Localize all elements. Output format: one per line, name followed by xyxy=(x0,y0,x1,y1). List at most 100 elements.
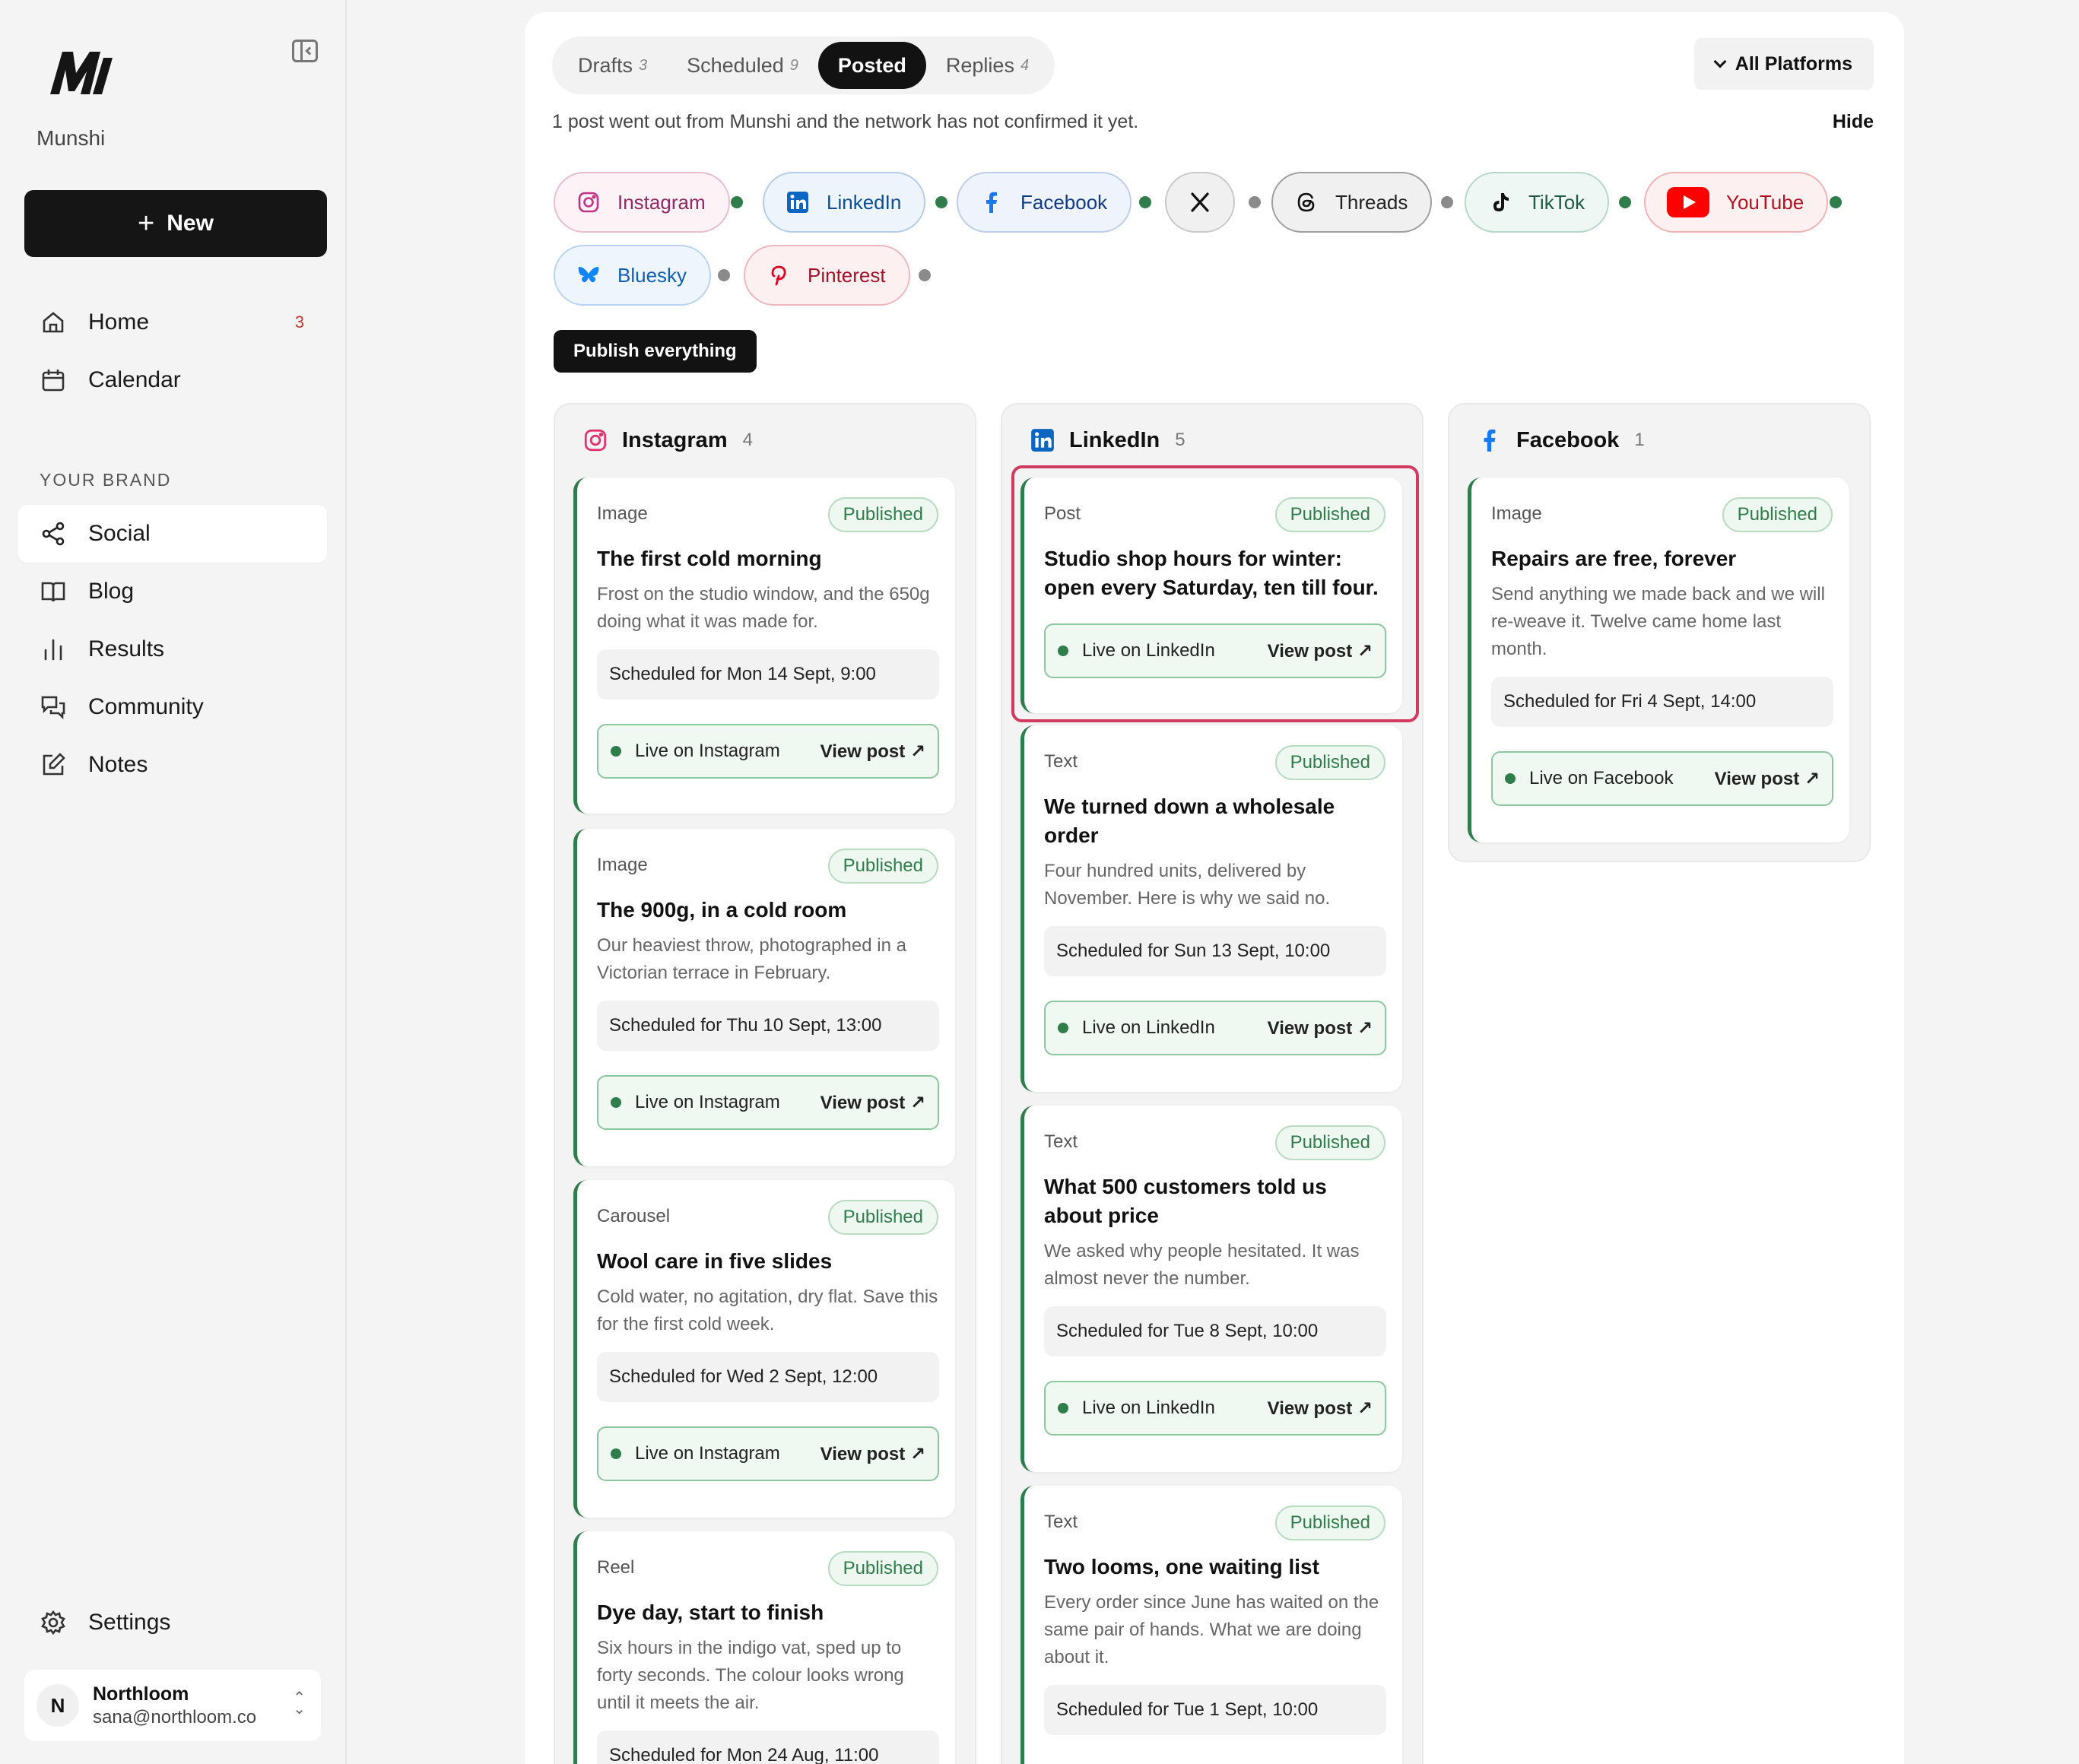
view-post-link[interactable]: View post ↗ xyxy=(1268,640,1373,662)
nav-settings[interactable]: Settings xyxy=(18,1594,327,1651)
tab-posted-label: Posted xyxy=(837,53,906,77)
tab-replies-label: Replies xyxy=(945,53,1014,77)
status-badge: Published xyxy=(1722,497,1833,532)
live-dot xyxy=(1058,1403,1068,1413)
chip-pinterest[interactable]: Pinterest xyxy=(744,245,910,306)
publish-everything-button[interactable]: Publish everything xyxy=(554,330,757,373)
post-card[interactable]: Image Published Repairs are free, foreve… xyxy=(1468,477,1849,842)
chip-linkedin[interactable]: LinkedIn xyxy=(763,172,926,233)
chip-youtube[interactable]: YouTube xyxy=(1644,172,1829,233)
new-button[interactable]: + New xyxy=(24,190,327,257)
status-badge: Published xyxy=(1274,1505,1385,1540)
live-label: Live on LinkedIn xyxy=(1082,640,1215,661)
nav-community[interactable]: Community xyxy=(18,678,327,736)
facebook-icon xyxy=(1477,427,1503,453)
post-card[interactable]: Post Published Studio shop hours for win… xyxy=(1020,477,1402,713)
nav-notes[interactable]: Notes xyxy=(18,736,327,794)
linkedin-icon xyxy=(786,190,810,214)
nav-notes-label: Notes xyxy=(88,752,148,777)
nav-results[interactable]: Results xyxy=(18,620,327,678)
post-card[interactable]: Image Published The first cold morning F… xyxy=(573,477,955,814)
nav-calendar-label: Calendar xyxy=(88,367,181,392)
post-excerpt: Cold water, no agitation, dry flat. Save… xyxy=(597,1287,938,1334)
nav-home[interactable]: Home 3 xyxy=(18,293,327,351)
post-type: Text xyxy=(1044,1131,1078,1152)
instagram-icon xyxy=(576,190,601,214)
unconfirmed-notice: 1 post went out from Munshi and the netw… xyxy=(552,111,1139,132)
live-label: Live on Facebook xyxy=(1529,768,1674,788)
chip-instagram[interactable]: Instagram xyxy=(554,172,730,233)
live-label: Live on Instagram xyxy=(635,1443,780,1464)
column-header: Instagram 4 xyxy=(582,427,753,453)
post-type: Text xyxy=(1044,751,1078,772)
view-post-link[interactable]: View post ↗ xyxy=(820,1092,925,1114)
tab-drafts-count: 3 xyxy=(639,56,648,74)
chip-linkedin-label: LinkedIn xyxy=(827,190,902,214)
hide-notice-button[interactable]: Hide xyxy=(1833,111,1874,133)
post-card[interactable]: Text Published We turned down a wholesal… xyxy=(1020,725,1402,1092)
nav-results-label: Results xyxy=(88,636,165,662)
munshi-logo[interactable] xyxy=(47,47,116,97)
chip-tiktok[interactable]: TikTok xyxy=(1465,172,1610,233)
share-icon xyxy=(40,520,67,547)
nav-home-label: Home xyxy=(88,309,150,335)
view-post-link[interactable]: View post ↗ xyxy=(1268,1398,1373,1420)
column-title: Instagram xyxy=(622,427,728,452)
tab-drafts[interactable]: Drafts 3 xyxy=(558,42,667,89)
nav-social[interactable]: Social xyxy=(18,505,327,563)
tiktok-icon xyxy=(1487,190,1512,214)
chip-pinterest-label: Pinterest xyxy=(808,263,886,287)
status-dot xyxy=(1619,196,1631,208)
column-linkedin: LinkedIn 5 Post Published Studio shop ho… xyxy=(1001,403,1424,1764)
chip-bluesky[interactable]: Bluesky xyxy=(554,245,712,306)
column-facebook: Facebook 1 Image Published Repairs are f… xyxy=(1448,403,1871,862)
calendar-icon xyxy=(40,366,67,394)
post-card[interactable]: Carousel Published Wool care in five sli… xyxy=(573,1180,955,1518)
post-title: Wool care in five slides xyxy=(597,1249,833,1273)
view-post-link[interactable]: View post ↗ xyxy=(1715,768,1820,790)
nav-community-label: Community xyxy=(88,694,204,719)
post-title: Dye day, start to finish xyxy=(597,1601,824,1624)
status-badge: Published xyxy=(827,1200,938,1235)
post-excerpt: Our heaviest throw, photographed in a Vi… xyxy=(597,935,906,983)
view-post-link[interactable]: View post ↗ xyxy=(820,1443,925,1465)
status-badge: Published xyxy=(1274,497,1385,532)
live-status-bar: Live on Instagram View post ↗ xyxy=(597,1075,939,1130)
x-icon xyxy=(1188,190,1212,214)
status-dot xyxy=(1139,196,1151,208)
chip-tiktok-label: TikTok xyxy=(1528,190,1585,214)
post-card[interactable]: Reel Published Dye day, start to finish … xyxy=(573,1531,955,1764)
schedule-info: Scheduled for Tue 8 Sept, 10:00 xyxy=(1044,1306,1386,1356)
post-card[interactable]: Text Published Two looms, one waiting li… xyxy=(1020,1486,1402,1764)
schedule-info: Scheduled for Thu 10 Sept, 13:00 xyxy=(597,1001,939,1051)
post-type: Image xyxy=(597,855,648,875)
post-type: Image xyxy=(1491,503,1542,524)
post-card[interactable]: Image Published The 900g, in a cold room… xyxy=(573,829,955,1166)
chip-x[interactable] xyxy=(1165,172,1235,233)
column-header: Facebook 1 xyxy=(1477,427,1645,453)
nav-calendar[interactable]: Calendar xyxy=(18,351,327,409)
schedule-info: Scheduled for Mon 24 Aug, 11:00 xyxy=(597,1731,939,1764)
book-icon xyxy=(40,578,67,605)
column-title: Facebook xyxy=(1516,427,1620,452)
plus-icon: + xyxy=(138,208,155,240)
collapse-sidebar-icon[interactable] xyxy=(292,40,318,62)
column-count: 1 xyxy=(1634,430,1645,450)
tab-scheduled[interactable]: Scheduled 9 xyxy=(667,42,818,89)
platform-filter-dropdown[interactable]: All Platforms xyxy=(1693,38,1874,90)
chip-facebook[interactable]: Facebook xyxy=(957,172,1132,233)
nav-blog[interactable]: Blog xyxy=(18,563,327,620)
chip-threads[interactable]: Threads xyxy=(1271,172,1433,233)
platform-filter-label: All Platforms xyxy=(1735,52,1852,75)
post-title: We turned down a wholesale order xyxy=(1044,795,1335,847)
post-card[interactable]: Text Published What 500 customers told u… xyxy=(1020,1106,1402,1472)
post-title: What 500 customers told us about price xyxy=(1044,1175,1327,1227)
tab-posted[interactable]: Posted xyxy=(817,42,926,89)
post-type: Image xyxy=(597,503,648,524)
tab-drafts-label: Drafts xyxy=(578,53,633,77)
live-dot xyxy=(1058,1023,1068,1033)
view-post-link[interactable]: View post ↗ xyxy=(820,741,925,763)
account-switcher[interactable]: N Northloom sana@northloom.co ⌃ ⌄ xyxy=(24,1670,321,1741)
view-post-link[interactable]: View post ↗ xyxy=(1268,1017,1373,1039)
tab-replies[interactable]: Replies 4 xyxy=(926,42,1049,89)
